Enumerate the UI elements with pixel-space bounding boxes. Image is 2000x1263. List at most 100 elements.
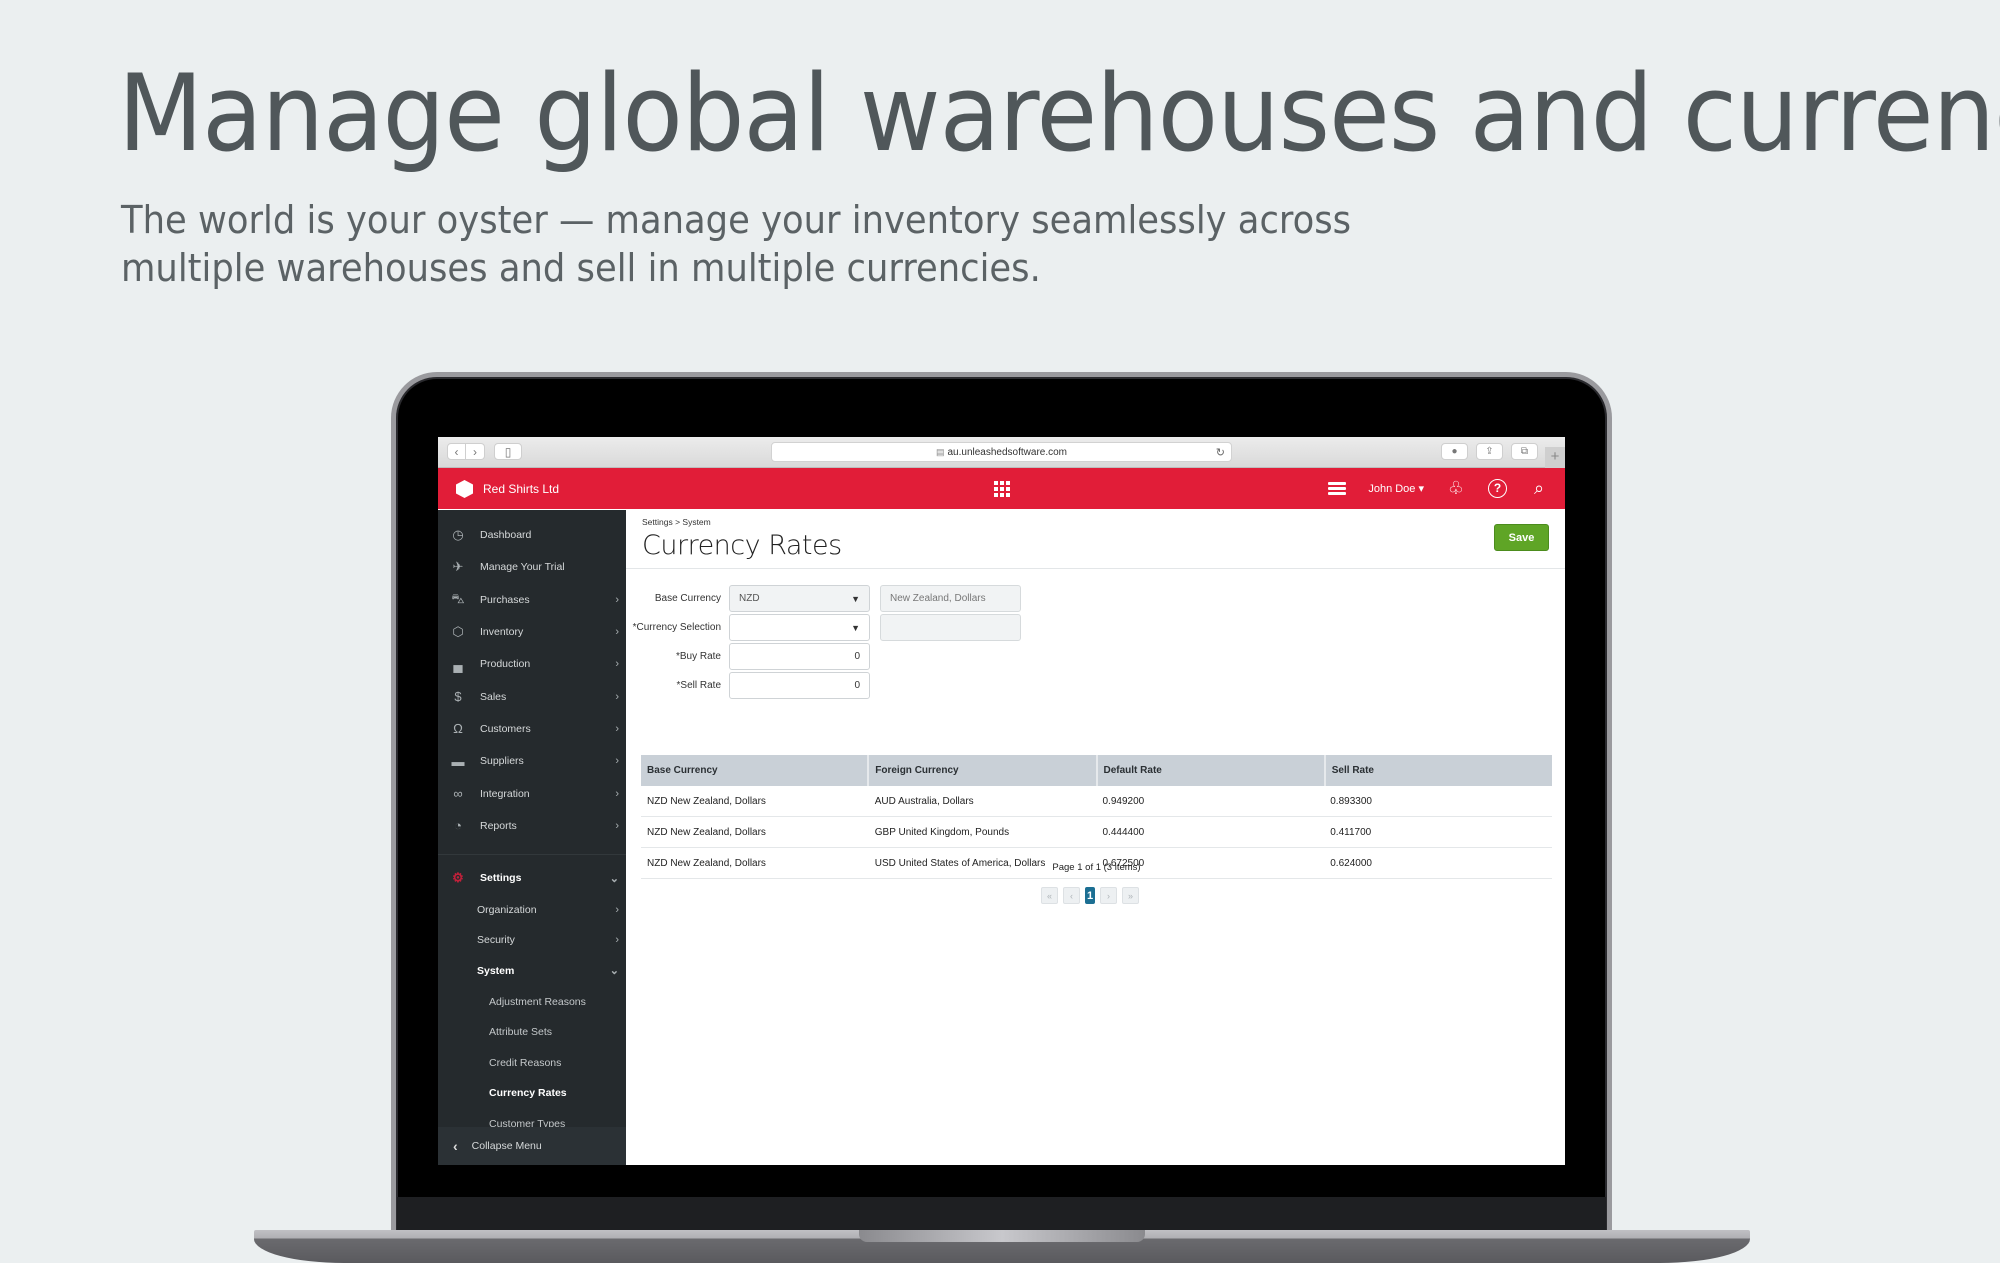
tabs-button[interactable]: ⧉ — [1511, 443, 1538, 460]
buy-rate-input[interactable]: 0 — [729, 643, 870, 670]
base-currency-description: New Zealand, Dollars — [880, 585, 1021, 612]
main-content: Settings > System Currency Rates Save Ba… — [626, 510, 1565, 1165]
browser-chrome: ‹ › ▯ ▤ au.unleashedsoftware.com ↻ ● ⇪ ⧉… — [438, 437, 1565, 468]
sidebar-item-customers[interactable]: Ω Customers › — [438, 713, 626, 745]
buy-rate-label: *Buy Rate — [675, 651, 721, 662]
bell-icon[interactable]: ♧ — [1446, 478, 1466, 499]
sidebar-item-label: Dashboard — [480, 529, 532, 542]
pagination: « ‹ 1 › » — [1041, 887, 1139, 904]
caret-down-icon: ▼ — [851, 594, 860, 604]
table-cell: AUD Australia, Dollars — [874, 795, 974, 807]
table-cell: GBP United Kingdom, Pounds — [874, 826, 1010, 838]
currency-rates-table: Base Currency Foreign Currency Default Rat… — [641, 755, 1552, 879]
chevron-down-icon: ⌄ — [609, 965, 619, 978]
collapse-menu-label: Collapse Menu — [471, 1140, 542, 1152]
chevron-right-icon: › — [615, 934, 619, 947]
plus-icon: + — [1550, 448, 1560, 465]
chevron-down-icon: ⌄ — [609, 872, 619, 885]
last-page-button[interactable]: » — [1122, 887, 1139, 904]
sidebar-link-credit-reasons[interactable]: Credit Reasons — [438, 1048, 626, 1079]
sidebar-toggle-button[interactable]: ▯ — [494, 443, 522, 460]
breadcrumb[interactable]: Settings > System — [642, 517, 711, 527]
sidebar-item-label: Production — [480, 658, 531, 671]
table-cell: NZD New Zealand, Dollars — [647, 826, 766, 838]
back-button[interactable]: ‹ — [447, 443, 466, 460]
collapse-menu-button[interactable]: ‹ Collapse Menu — [438, 1127, 626, 1165]
sidebar-item-label: Purchases — [480, 593, 530, 606]
sidebar-subitem-security[interactable]: Security › — [438, 925, 626, 956]
sidebar-item-suppliers[interactable]: ▬ Suppliers › — [438, 745, 626, 777]
download-icon: ● — [1451, 446, 1458, 457]
sell-rate-input[interactable]: 0 — [729, 672, 870, 699]
sidebar-item-label: Settings — [480, 872, 522, 885]
table-header: Base Currency Foreign Currency Default Rat… — [641, 755, 1552, 786]
help-icon[interactable]: ? — [1488, 479, 1507, 498]
suppliers-icon: ▬ — [451, 753, 465, 769]
server-icon[interactable] — [1328, 481, 1347, 496]
sidebar-subitem-label: Security — [477, 934, 515, 947]
table-row[interactable]: NZD New Zealand, Dollars GBP United Kingd… — [641, 817, 1552, 848]
next-page-button[interactable]: › — [1100, 887, 1117, 904]
forward-button[interactable]: › — [466, 443, 485, 460]
new-tab-button[interactable]: + — [1545, 447, 1565, 468]
sidebar-subitem-system[interactable]: System ⌄ — [438, 956, 626, 987]
lock-icon: ▤ — [935, 446, 945, 457]
prev-page-button[interactable]: ‹ — [1063, 887, 1080, 904]
user-menu[interactable]: John Doe ▾ — [1368, 482, 1424, 495]
reload-icon[interactable]: ↻ — [1216, 446, 1225, 459]
share-icon: ⇪ — [1485, 446, 1494, 457]
chevron-right-icon: › — [615, 626, 619, 639]
sell-rate-label: *Sell Rate — [676, 680, 721, 691]
sidebar-subitem-label: Organization — [477, 903, 537, 916]
first-page-button[interactable]: « — [1041, 887, 1058, 904]
sidebar-item-label: Suppliers — [480, 755, 524, 768]
search-icon[interactable]: ⌕ — [1529, 478, 1549, 499]
sidebar-item-dashboard[interactable]: ◷ Dashboard — [438, 519, 626, 551]
sidebar-divider — [438, 853, 626, 855]
page-title: Currency Rates — [642, 530, 842, 561]
sidebar-subitem-organization[interactable]: Organization › — [438, 894, 626, 925]
gear-icon: ⚙ — [452, 870, 464, 886]
current-page-button[interactable]: 1 — [1085, 887, 1095, 904]
sidebar-item-settings[interactable]: ⚙ Settings ⌄ — [438, 862, 626, 894]
sidebar-item-label: Customers — [480, 722, 531, 735]
column-header[interactable]: Foreign Currency — [869, 755, 1098, 786]
chevron-right-icon: › — [615, 903, 619, 916]
sidebar-link-adjustment-reasons[interactable]: Adjustment Reasons — [438, 986, 626, 1017]
buy-rate-row: *Buy Rate 0 — [626, 643, 870, 670]
inventory-icon: ⬡ — [452, 624, 464, 640]
laptop-bezel-bottom — [397, 1197, 1606, 1232]
sidebar-item-sales[interactable]: $ Sales › — [438, 680, 626, 712]
sidebar-item-integration[interactable]: ∞ Integration › — [438, 777, 626, 809]
sidebar-item-label: Sales — [480, 690, 507, 703]
sidebar-item-reports[interactable]: ◔ Reports › — [438, 810, 626, 842]
sidebar-item-label: Integration — [480, 787, 530, 800]
dashboard-icon: ◷ — [452, 527, 464, 543]
column-header[interactable]: Default Rate — [1098, 755, 1326, 786]
share-button[interactable]: ⇪ — [1476, 443, 1503, 460]
app-header: Red Shirts Ltd John Doe ▾ ♧ ? ⌕ — [438, 468, 1565, 509]
save-button[interactable]: Save — [1494, 524, 1549, 551]
sidebar-item-manage-your-trial[interactable]: ✈ Manage Your Trial — [438, 551, 626, 583]
downloads-button[interactable]: ● — [1441, 443, 1468, 460]
column-header[interactable]: Base Currency — [641, 755, 870, 786]
sidebar-subitem-label: System — [477, 964, 515, 977]
base-currency-select[interactable]: NZD ▼ — [729, 585, 870, 612]
sidebar-link-currency-rates[interactable]: Currency Rates — [438, 1078, 626, 1109]
brand[interactable]: Red Shirts Ltd — [456, 480, 559, 498]
sidebar-item-inventory[interactable]: ⬡ Inventory › — [438, 616, 626, 648]
sidebar-item-production[interactable]: ▄ Production › — [438, 648, 626, 680]
brand-name: Red Shirts Ltd — [483, 482, 560, 496]
forward-icon: › — [473, 444, 477, 459]
table-row[interactable]: NZD New Zealand, Dollars AUD Australia, D… — [641, 786, 1552, 817]
column-header[interactable]: Sell Rate — [1326, 755, 1552, 786]
currency-selection-select[interactable]: ▼ — [729, 614, 870, 641]
address-bar[interactable]: ▤ au.unleashedsoftware.com ↻ — [771, 442, 1232, 462]
url-text: au.unleashedsoftware.com — [947, 446, 1068, 458]
table-cell: 0.411700 — [1330, 826, 1372, 838]
sidebar-item-purchases[interactable]: ⛍ Purchases › — [438, 584, 626, 616]
sidebar-link-attribute-sets[interactable]: Attribute Sets — [438, 1017, 626, 1048]
table-cell: 0.444400 — [1102, 826, 1145, 838]
sidebar-item-label: Manage Your Trial — [480, 561, 565, 574]
apps-grid-icon[interactable] — [994, 481, 1010, 497]
